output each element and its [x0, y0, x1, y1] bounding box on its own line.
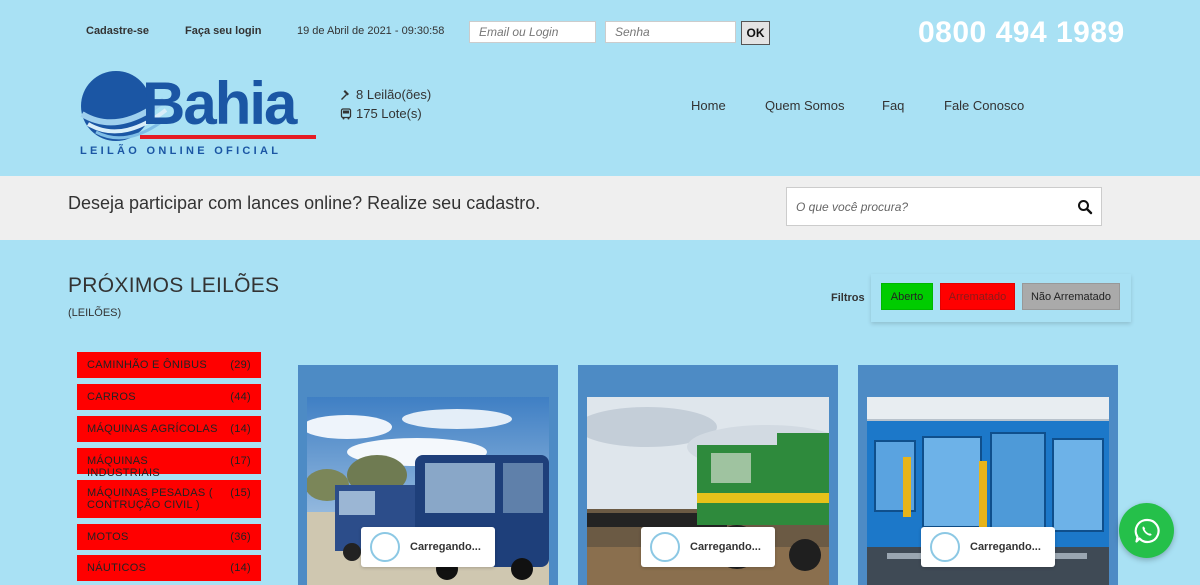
category-label: MOTOS [87, 531, 129, 543]
lots-count: 175 Lote(s) [356, 106, 422, 121]
filters-label: Filtros [831, 292, 865, 304]
loading-indicator: Carregando... [921, 527, 1055, 567]
loading-text: Carregando... [690, 541, 761, 553]
search-box [786, 187, 1102, 226]
auction-card[interactable]: Carregando... [578, 365, 838, 585]
category-count: (15) [230, 487, 251, 499]
auctions-stat: 8 Leilão(ões) [340, 85, 431, 104]
category-label: MÁQUINAS INDUSTRIAIS [87, 455, 160, 479]
login-link[interactable]: Faça seu login [185, 25, 261, 37]
section-subtitle: (LEILÕES) [68, 307, 122, 319]
auction-card[interactable]: Carregando... [858, 365, 1118, 585]
nav-faq[interactable]: Faq [882, 98, 904, 113]
phone-number: 0800 494 1989 [918, 16, 1125, 49]
register-prompt: Deseja participar com lances online? Rea… [68, 193, 541, 213]
loading-indicator: Carregando... [641, 527, 775, 567]
top-bar: Cadastre-se Faça seu login 19 de Abril d… [0, 0, 1200, 64]
category-maquinas-industriais[interactable]: MÁQUINAS INDUSTRIAIS (17) [77, 448, 261, 479]
category-caminhao-onibus[interactable]: CAMINHÃO E ÔNIBUS (29) [77, 352, 261, 378]
email-login-input[interactable] [469, 21, 596, 43]
current-datetime: 19 de Abril de 2021 - 09:30:58 [297, 25, 445, 37]
gavel-icon [341, 89, 349, 100]
whatsapp-icon [1134, 518, 1160, 543]
filter-aberto-button[interactable]: Aberto [881, 283, 933, 310]
category-count: (29) [230, 359, 251, 371]
password-input[interactable] [605, 21, 736, 43]
category-count: (14) [230, 423, 251, 435]
logo-name: Bahia [142, 70, 297, 137]
category-count: (17) [230, 455, 251, 467]
category-label: CAMINHÃO E ÔNIBUS [87, 359, 208, 371]
category-maquinas-agricolas[interactable]: MÁQUINAS AGRÍCOLAS (14) [77, 416, 261, 442]
auctions-count: 8 Leilão(ões) [356, 87, 432, 102]
loading-text: Carregando... [970, 541, 1041, 553]
category-motos[interactable]: MOTOS (36) [77, 524, 261, 550]
lots-stat: 175 Lote(s) [340, 104, 431, 123]
category-maquinas-pesadas[interactable]: MÁQUINAS PESADAS ( CONTRUÇÃO CIVIL ) (15) [77, 480, 261, 518]
loading-indicator: Carregando... [361, 527, 495, 567]
category-label: MÁQUINAS PESADAS ( CONTRUÇÃO CIVIL ) [87, 487, 213, 511]
filter-arrematado-button[interactable]: Arrematado [940, 283, 1015, 310]
filter-nao-arrematado-button[interactable]: Não Arrematado [1022, 283, 1120, 310]
auction-stats: 8 Leilão(ões) 175 Lote(s) [340, 85, 431, 123]
loading-spinner-icon [930, 532, 960, 562]
loading-spinner-icon [650, 532, 680, 562]
register-banner: Deseja participar com lances online? Rea… [0, 176, 1200, 240]
category-count: (44) [230, 391, 251, 403]
category-label: CARROS [87, 391, 136, 403]
login-ok-button[interactable]: OK [741, 21, 770, 45]
search-input[interactable] [787, 188, 1057, 225]
nav-quem-somos[interactable]: Quem Somos [765, 98, 844, 113]
category-label: MÁQUINAS AGRÍCOLAS [87, 423, 218, 435]
category-nauticos[interactable]: NÁUTICOS (14) [77, 555, 261, 581]
loading-spinner-icon [370, 532, 400, 562]
nav-fale-conosco[interactable]: Fale Conosco [944, 98, 1024, 113]
whatsapp-button[interactable] [1119, 503, 1174, 558]
logo-tagline: LEILÃO ONLINE OFICIAL [80, 145, 282, 157]
site-logo[interactable]: Bahia LEILÃO ONLINE OFICIAL [78, 70, 323, 162]
bus-icon [340, 107, 352, 119]
loading-text: Carregando... [410, 541, 481, 553]
nav-home[interactable]: Home [691, 98, 726, 113]
logo-underline [140, 135, 316, 139]
section-title: PRÓXIMOS LEILÕES [68, 274, 280, 297]
category-count: (14) [230, 562, 251, 574]
auction-card[interactable]: Carregando... [298, 365, 558, 585]
search-icon[interactable] [1077, 199, 1093, 215]
category-carros[interactable]: CARROS (44) [77, 384, 261, 410]
category-count: (36) [230, 531, 251, 543]
category-label: NÁUTICOS [87, 562, 147, 574]
register-link[interactable]: Cadastre-se [86, 25, 149, 37]
